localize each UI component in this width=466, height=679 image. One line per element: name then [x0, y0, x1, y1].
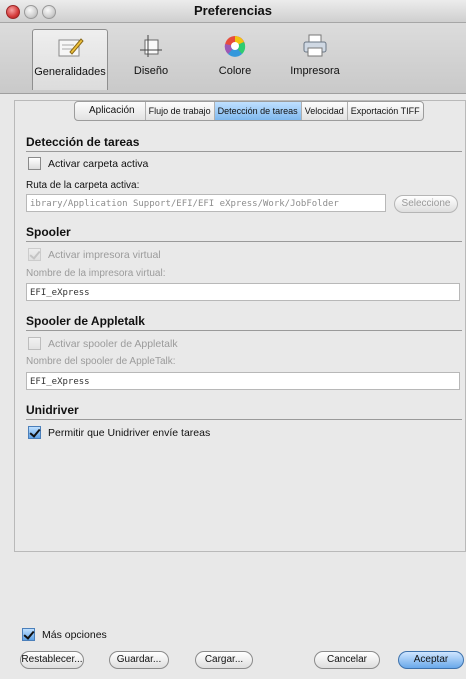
section-heading-spooler: Spooler — [26, 225, 71, 239]
window-title: Preferencias — [193, 3, 273, 18]
accept-button[interactable]: Aceptar — [398, 651, 464, 669]
activate-hot-folder-option[interactable]: Activar carpeta activa — [28, 157, 148, 170]
general-icon — [58, 38, 84, 57]
toolbar-item-label: Generalidades — [34, 66, 106, 78]
preferences-window: Preferencias Generalidades Diseño Colore… — [0, 0, 466, 679]
appletalk-spooler-name-label: Nombre del spooler de AppleTalk: — [26, 356, 176, 367]
appletalk-spooler-name-field[interactable]: EFI_eXpress — [26, 372, 460, 390]
toolbar-item-colore[interactable]: Colore — [198, 29, 272, 89]
title-bar: Preferencias — [0, 0, 466, 23]
virtual-printer-name-field[interactable]: EFI_eXpress — [26, 283, 460, 301]
toolbar-item-label: Impresora — [290, 65, 340, 77]
section-heading-appletalk-spooler: Spooler de Appletalk — [26, 314, 145, 328]
tab-deteccion-de-tareas[interactable]: Detección de tareas — [214, 102, 302, 120]
divider — [26, 419, 462, 420]
allow-unidriver-jobs-checkbox[interactable] — [28, 426, 41, 439]
checkbox-label: Activar impresora virtual — [48, 248, 161, 261]
checkbox-label: Activar carpeta activa — [48, 157, 149, 170]
cancel-button[interactable]: Cancelar — [314, 651, 380, 669]
section-heading-task-detection: Detección de tareas — [26, 135, 140, 149]
tab-bar: Aplicación Flujo de trabajo Detección de… — [74, 101, 424, 121]
tab-flujo-de-trabajo[interactable]: Flujo de trabajo — [146, 102, 215, 120]
divider — [26, 151, 462, 152]
more-options-checkbox[interactable] — [22, 628, 35, 641]
load-button[interactable]: Cargar... — [195, 651, 253, 669]
reset-button[interactable]: Restablecer... — [20, 651, 84, 669]
tab-exportacion-tiff[interactable]: Exportación TIFF — [348, 102, 423, 120]
divider — [26, 241, 462, 242]
activate-appletalk-spooler-checkbox[interactable] — [28, 337, 41, 350]
activate-virtual-printer-checkbox[interactable] — [28, 248, 41, 261]
toolbar-item-label: Colore — [218, 65, 252, 77]
divider — [26, 330, 462, 331]
more-options-option[interactable]: Más opciones — [22, 628, 107, 641]
checkbox-label: Activar spooler de Appletalk — [48, 337, 178, 350]
color-wheel-icon — [224, 36, 246, 57]
activate-virtual-printer-option[interactable]: Activar impresora virtual — [28, 248, 161, 261]
activate-hot-folder-checkbox[interactable] — [28, 157, 41, 170]
virtual-printer-name-label: Nombre de la impresora virtual: — [26, 268, 166, 279]
toolbar-item-diseno[interactable]: Diseño — [114, 29, 188, 89]
select-folder-button[interactable]: Seleccione — [394, 195, 458, 213]
save-button[interactable]: Guardar... — [109, 651, 169, 669]
section-heading-unidriver: Unidriver — [26, 403, 79, 417]
toolbar-item-label: Diseño — [133, 65, 169, 77]
tab-aplicacion[interactable]: Aplicación — [75, 102, 146, 120]
layout-icon — [140, 35, 162, 57]
hot-folder-path-field[interactable]: ibrary/Application Support/EFI/EFI eXpre… — [26, 194, 386, 212]
checkbox-label: Más opciones — [42, 628, 107, 641]
hot-folder-path-label: Ruta de la carpeta activa: — [26, 180, 140, 191]
toolbar-item-generalidades[interactable]: Generalidades — [32, 29, 108, 90]
checkbox-label: Permitir que Unidriver envíe tareas — [48, 426, 211, 439]
tab-velocidad[interactable]: Velocidad — [302, 102, 348, 120]
activate-appletalk-spooler-option[interactable]: Activar spooler de Appletalk — [28, 337, 178, 350]
toolbar-item-impresora[interactable]: Impresora — [278, 29, 352, 89]
preferences-toolbar: Generalidades Diseño Colore Impresora — [0, 23, 466, 94]
printer-icon — [303, 34, 327, 57]
allow-unidriver-jobs-option[interactable]: Permitir que Unidriver envíe tareas — [28, 426, 210, 439]
